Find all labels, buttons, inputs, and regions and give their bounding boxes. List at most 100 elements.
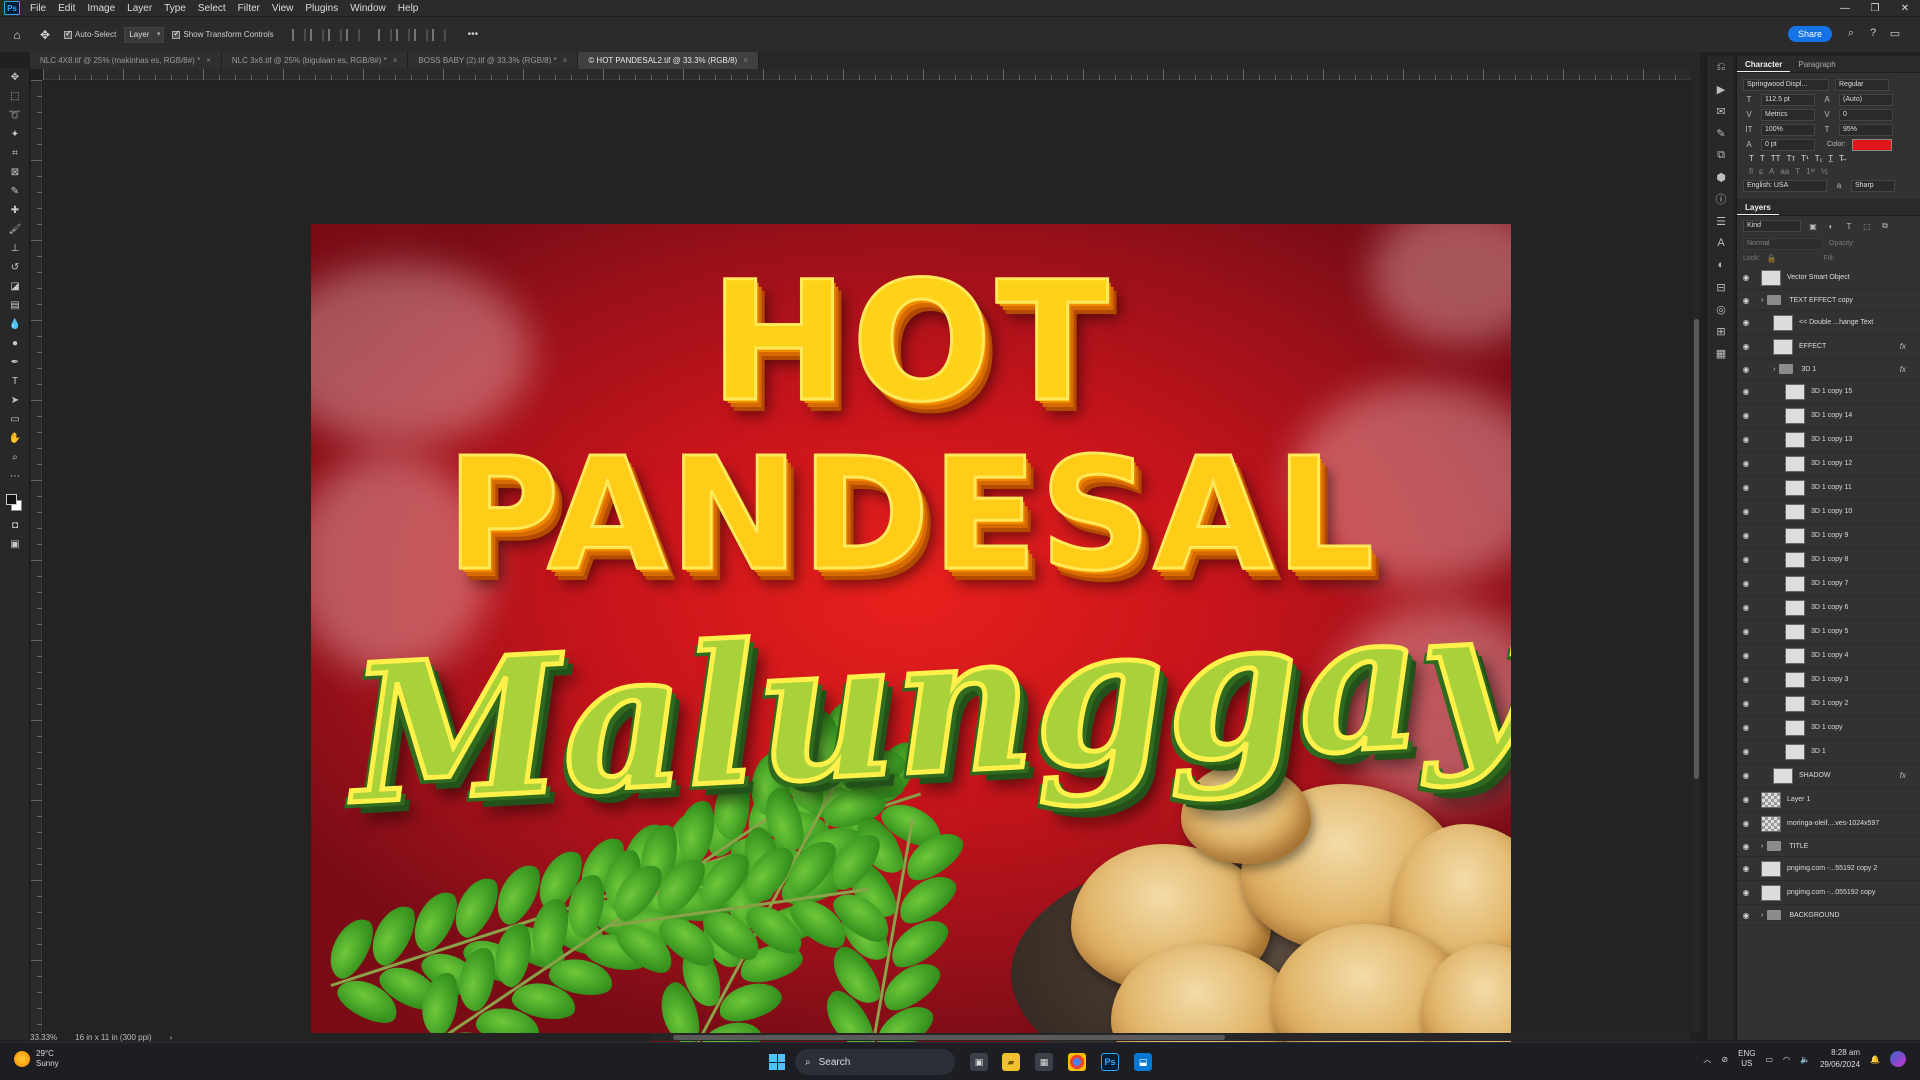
visibility-eye-icon[interactable]: ◉ xyxy=(1737,365,1755,374)
clock[interactable]: 8:28 am 29/06/2024 xyxy=(1820,1047,1860,1071)
visibility-eye-icon[interactable]: ◉ xyxy=(1737,627,1755,636)
brush-panel-icon[interactable]: ✎ xyxy=(1707,122,1735,144)
layer-row[interactable]: ◉ › BACKGROUND xyxy=(1737,905,1920,926)
visibility-eye-icon[interactable]: ◉ xyxy=(1737,531,1755,540)
path-select-icon[interactable]: ➤ xyxy=(0,391,30,410)
align-bottom-icon[interactable] xyxy=(413,28,428,41)
distribute-icon[interactable] xyxy=(345,28,360,41)
layer-row[interactable]: ◉ 3D 1 copy 8 xyxy=(1737,548,1920,572)
visibility-eye-icon[interactable]: ◉ xyxy=(1737,675,1755,684)
menu-window[interactable]: Window xyxy=(344,3,392,14)
language-indicator[interactable]: ENG US xyxy=(1738,1049,1755,1069)
foreground-color-swatch[interactable] xyxy=(6,494,17,505)
network-off-icon[interactable]: ⊘ xyxy=(1721,1055,1728,1064)
visibility-eye-icon[interactable]: ◉ xyxy=(1737,555,1755,564)
quick-mask-icon[interactable]: ◘ xyxy=(0,516,30,535)
tracking-field[interactable]: 0 xyxy=(1839,108,1893,121)
layer-row[interactable]: ◉ 3D 1 copy 11 xyxy=(1737,476,1920,500)
layer-row[interactable]: ◉ 3D 1 copy 9 xyxy=(1737,524,1920,548)
layer-row[interactable]: ◉ 3D 1 copy 15 xyxy=(1737,380,1920,404)
title-hot-text[interactable]: HOT xyxy=(311,245,1511,440)
actions-panel-icon[interactable]: ▶ xyxy=(1707,78,1735,100)
canvas-area[interactable]: HOT PANDESAL Malunggay xyxy=(43,81,1691,1050)
move-tool-icon[interactable]: ✥ xyxy=(34,24,56,46)
calculator-icon[interactable]: ▦ xyxy=(1035,1053,1053,1071)
underline-icon[interactable]: T̲ xyxy=(1828,154,1833,163)
alternates-icon[interactable]: aa xyxy=(1780,167,1789,176)
chrome-icon[interactable] xyxy=(1068,1053,1086,1071)
display-icon[interactable]: ▭ xyxy=(1765,1055,1773,1064)
layer-row[interactable]: ◉ EFFECT fx xyxy=(1737,335,1920,359)
group-chevron-icon[interactable]: › xyxy=(1761,297,1763,304)
align-top-icon[interactable] xyxy=(377,28,392,41)
visibility-eye-icon[interactable]: ◉ xyxy=(1737,911,1755,920)
close-icon[interactable]: × xyxy=(563,56,568,65)
visibility-eye-icon[interactable]: ◉ xyxy=(1737,819,1755,828)
layer-row[interactable]: ◉ 3D 1 copy 6 xyxy=(1737,596,1920,620)
properties-panel-icon[interactable]: ☰ xyxy=(1707,210,1735,232)
paths-panel-icon[interactable]: ⊞ xyxy=(1707,320,1735,342)
visibility-eye-icon[interactable]: ◉ xyxy=(1737,771,1755,780)
hand-tool-icon[interactable]: ✋ xyxy=(0,429,30,448)
history-brush-icon[interactable]: ↺ xyxy=(0,258,30,277)
superscript-icon[interactable]: T¹ xyxy=(1801,154,1809,163)
lasso-tool-icon[interactable]: ➰ xyxy=(0,106,30,125)
group-chevron-icon[interactable]: › xyxy=(1761,912,1763,919)
strikethrough-icon[interactable]: T̶ xyxy=(1839,154,1844,163)
crop-tool-icon[interactable]: ⌗ xyxy=(0,144,30,163)
swash-icon[interactable]: A xyxy=(1769,167,1774,176)
filter-adjust-icon[interactable]: ◐ xyxy=(1825,222,1837,231)
ordinals-icon[interactable]: 1ˢᵗ xyxy=(1806,167,1815,176)
show-transform-checkbox[interactable]: Show Transform Controls xyxy=(172,29,274,39)
zoom-level[interactable]: 33.33% xyxy=(30,1033,57,1042)
group-chevron-icon[interactable]: › xyxy=(1761,843,1763,850)
rectangle-tool-icon[interactable]: ▭ xyxy=(0,410,30,429)
3d-panel-icon[interactable]: ⬢ xyxy=(1707,166,1735,188)
dodge-tool-icon[interactable]: ● xyxy=(0,334,30,353)
faux-italic-icon[interactable]: T xyxy=(1760,154,1765,163)
visibility-eye-icon[interactable]: ◉ xyxy=(1737,842,1755,851)
layer-effects-icon[interactable]: fx xyxy=(1900,771,1906,780)
info-panel-icon[interactable]: ⓘ xyxy=(1707,188,1735,210)
titling-icon[interactable]: T xyxy=(1795,167,1800,176)
type-tool-icon[interactable]: T xyxy=(0,372,30,391)
align-right-icon[interactable] xyxy=(327,28,342,41)
visibility-eye-icon[interactable]: ◉ xyxy=(1737,273,1755,282)
menu-view[interactable]: View xyxy=(266,3,300,14)
visibility-eye-icon[interactable]: ◉ xyxy=(1737,483,1755,492)
font-style-select[interactable]: Regular xyxy=(1835,78,1889,91)
store-icon[interactable]: ⬓ xyxy=(1134,1053,1152,1071)
layer-row[interactable]: ◉ pngimg.com -...55192 copy 2 xyxy=(1737,857,1920,881)
more-options-button[interactable]: ••• xyxy=(468,29,479,40)
scrollbar-thumb[interactable] xyxy=(1694,319,1699,779)
blur-tool-icon[interactable]: 💧 xyxy=(0,315,30,334)
scrollbar-thumb[interactable] xyxy=(673,1035,1225,1040)
doc-tab-hot-pandesal[interactable]: © HOT PANDESAL2.tif @ 33.3% (RGB/8) × xyxy=(578,52,759,69)
visibility-eye-icon[interactable]: ◉ xyxy=(1737,411,1755,420)
photoshop-taskbar-icon[interactable]: Ps xyxy=(1101,1053,1119,1071)
visibility-eye-icon[interactable]: ◉ xyxy=(1737,459,1755,468)
menu-help[interactable]: Help xyxy=(392,3,425,14)
layer-row[interactable]: ◉ 3D 1 copy 5 xyxy=(1737,620,1920,644)
auto-select-checkbox[interactable]: Auto-Select xyxy=(64,29,116,39)
eyedropper-tool-icon[interactable]: ✎ xyxy=(0,182,30,201)
menu-edit[interactable]: Edit xyxy=(52,3,81,14)
doc-tab-nlc-4x8[interactable]: NLC 4X8.tif @ 25% (makinhas es, RGB/8#) … xyxy=(30,52,222,69)
layer-row[interactable]: ◉ 3D 1 xyxy=(1737,740,1920,764)
pen-tool-icon[interactable]: ✒ xyxy=(0,353,30,372)
language-select[interactable]: English: USA xyxy=(1743,179,1827,192)
screen-mode-icon[interactable]: ▣ xyxy=(0,535,30,554)
layer-row[interactable]: ◉ › 3D 1 fx xyxy=(1737,359,1920,380)
clone-source-icon[interactable]: ⧉ xyxy=(1707,144,1735,166)
adjustments-panel-icon[interactable]: ◐ xyxy=(1707,254,1735,276)
align-middle-icon[interactable] xyxy=(395,28,410,41)
home-icon[interactable]: ⌂ xyxy=(6,24,28,46)
menu-filter[interactable]: Filter xyxy=(232,3,266,14)
marquee-tool-icon[interactable]: ⬚ xyxy=(0,87,30,106)
blend-mode-select[interactable]: Normal xyxy=(1743,237,1823,250)
windows-start-icon[interactable] xyxy=(769,1054,785,1070)
layer-row[interactable]: ◉ 3D 1 copy 4 xyxy=(1737,644,1920,668)
restore-icon[interactable]: ❐ xyxy=(1860,0,1890,16)
more-tools-icon[interactable]: ⋯ xyxy=(0,467,30,486)
history-panel-icon[interactable]: ⎌ xyxy=(1707,56,1735,78)
